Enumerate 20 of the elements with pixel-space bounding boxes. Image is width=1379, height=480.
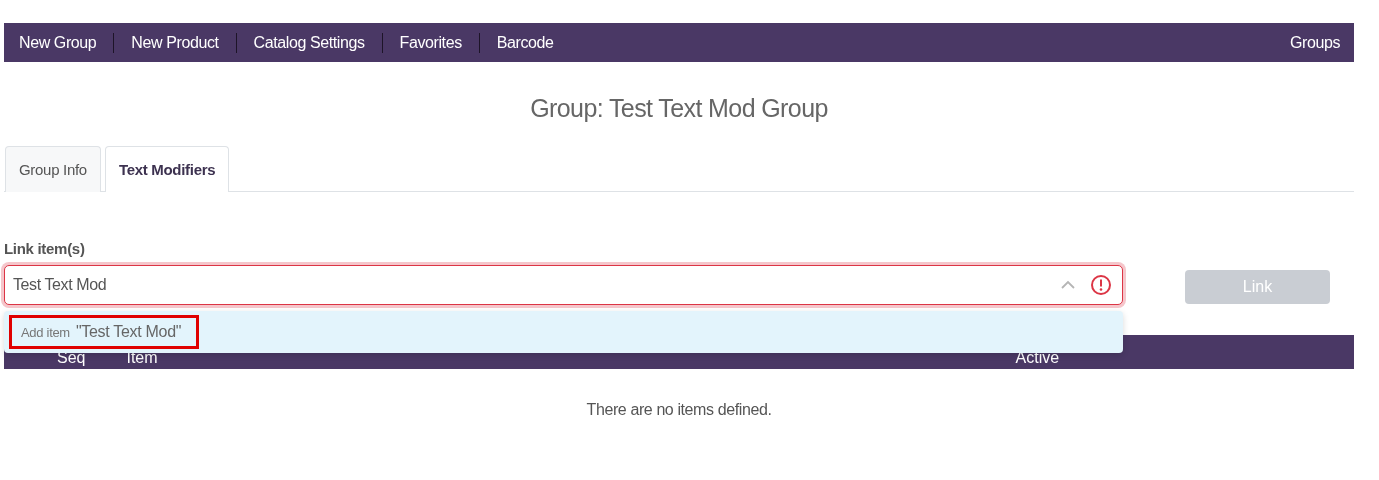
tab[interactable]: Text Modifiers xyxy=(104,146,230,192)
nav-link[interactable]: Favorites xyxy=(399,33,462,52)
add-item-option[interactable]: Add item "Test Text Mod" xyxy=(9,315,200,349)
nav-link[interactable]: Groups xyxy=(1289,33,1340,52)
tab[interactable]: Group Info xyxy=(5,146,101,192)
option-text: "Test Text Mod" xyxy=(75,323,182,341)
error-icon xyxy=(1090,274,1112,296)
option-prefix: Add item xyxy=(21,325,70,340)
nav-link[interactable]: New Group xyxy=(19,33,97,52)
nav-link[interactable]: Barcode xyxy=(496,33,554,52)
nav-link[interactable]: New Product xyxy=(131,33,219,52)
page-title: Group: Test Text Mod Group xyxy=(529,93,829,124)
field-label: Link item(s) xyxy=(4,240,86,257)
column-header: Active xyxy=(1015,348,1060,368)
nav-link[interactable]: Catalog Settings xyxy=(253,33,365,52)
item-search-input[interactable]: Test Text Mod xyxy=(13,276,1042,294)
item-combo-field[interactable]: Test Text Mod xyxy=(4,265,1123,305)
caret-icon[interactable] xyxy=(1060,280,1076,290)
column-header: Item xyxy=(126,348,158,368)
empty-message: There are no items defined. xyxy=(585,401,773,419)
